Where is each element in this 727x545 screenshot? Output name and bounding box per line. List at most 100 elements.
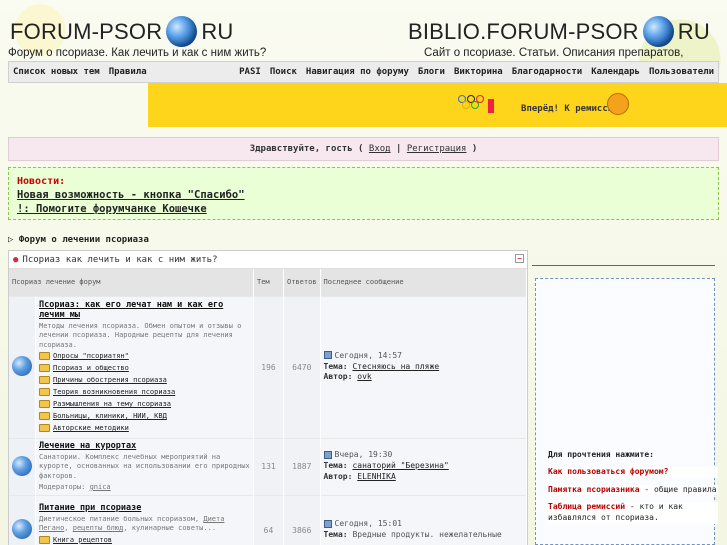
subforum-link[interactable]: Книга рецептов <box>39 534 250 545</box>
topic-label: Тема: <box>323 361 348 371</box>
smiley-icon <box>607 93 629 115</box>
forum-description: Санатории. Комплекс лечебных мероприятий… <box>39 452 250 480</box>
folder-icon <box>39 400 50 409</box>
category-header: ● Псориаз как лечить и как с ним жить? <box>9 251 527 269</box>
reply-count: 3866 <box>283 494 321 545</box>
subforum-link[interactable]: Теория возникновения псориаза <box>39 386 250 398</box>
last-author-link[interactable]: ovk <box>357 372 371 381</box>
subforum-label: Причины обострения псориаза <box>53 376 167 385</box>
sidebar-heading: Для прочтения нажмите: <box>548 450 654 459</box>
subforum-label: Размышления на тему псориаза <box>53 400 172 409</box>
register-link[interactable]: Регистрация <box>407 144 467 154</box>
logo-text: FORUM-PSOR <box>10 18 163 44</box>
site-tagline-left: Форум о псориазе. Как лечить и как с ним… <box>8 47 267 59</box>
forum-row: Питание при псориазе Диетическое питание… <box>9 494 528 545</box>
remission-table-link[interactable]: Таблица ремиссий <box>548 502 625 511</box>
last-post: Сегодня, 14:57 Тема: Стесняюсь на пляже … <box>320 295 528 438</box>
nav-link[interactable]: Викторина <box>454 67 503 77</box>
subforum-link[interactable]: Больницы, клиники, НИИ, КВД <box>39 410 250 422</box>
breadcrumb[interactable]: ▷ Форум о лечении псориаза <box>8 235 149 245</box>
category-title[interactable]: Псориаз как лечить и как с ним жить? <box>22 255 217 265</box>
topic-count: 131 <box>253 437 284 495</box>
subforum-link[interactable]: Авторские методики <box>39 422 250 434</box>
nav-link[interactable]: Поиск <box>270 67 297 77</box>
subforum-link[interactable]: Причины обострения псориаза <box>39 374 250 386</box>
subforum-list: Опросы "псориатян" Псориаз и общество Прич… <box>39 350 250 434</box>
nav-link[interactable]: Список новых тем <box>13 67 100 77</box>
banner: Вперёд! К ремиссии! <box>148 83 727 127</box>
how-to-use-link[interactable]: Как пользоваться форумом? <box>548 467 668 476</box>
news-link[interactable]: Новая возможность - кнопка "Спасибо" <box>17 189 710 201</box>
nav-link[interactable]: Блоги <box>418 67 445 77</box>
forum-title-link[interactable]: Псориаз: как его лечат нам и как его леч… <box>39 300 250 320</box>
top-navigation: Список новых тем Правила PASI Поиск Навигац… <box>8 61 719 83</box>
last-post: Вчера, 19:30 Тема: санаторий "Березина" … <box>320 437 528 495</box>
memo-link[interactable]: Памятка псориазника <box>548 485 640 494</box>
subforum-link[interactable]: Псориаз и общество <box>39 362 250 374</box>
post-icon[interactable] <box>323 519 332 528</box>
nav-link[interactable]: Правила <box>109 67 147 77</box>
greeting-close: ) <box>471 144 478 154</box>
subforum-label: Больницы, клиники, НИИ, КВД <box>53 412 167 421</box>
author-label: Автор: <box>323 372 353 382</box>
last-author-link[interactable]: ELENHIKA <box>357 472 396 481</box>
site-logo-right[interactable]: BIBLIO.FORUM-PSOR RU <box>408 16 710 47</box>
folder-icon <box>39 376 50 385</box>
moderator-link[interactable]: gnica <box>90 483 111 491</box>
recipes-link[interactable]: рецепты блюд <box>73 524 124 532</box>
nav-link[interactable]: Пользователи <box>649 67 714 77</box>
forum-table: Псориаз лечение форум Тем Ответов Послед… <box>9 269 528 545</box>
figure-icon <box>488 99 494 113</box>
last-topic-link[interactable]: Стесняюсь на пляже <box>352 362 439 371</box>
subforum-link[interactable]: Опросы "псориатян" <box>39 350 250 362</box>
folder-icon <box>39 352 50 361</box>
news-heading: Новости: <box>17 176 66 187</box>
forum-status-icon <box>9 494 36 545</box>
subforum-label: Книга рецептов <box>53 535 113 544</box>
category-panel: ● Псориаз как лечить и как с ним жить? −… <box>8 250 528 545</box>
subforum-list: Книга рецептовСистема питания по Пегано <box>39 534 250 545</box>
site-logo-left[interactable]: FORUM-PSOR RU <box>10 16 234 47</box>
reply-count: 6470 <box>283 295 321 438</box>
col-last-post: Последнее сообщение <box>320 269 528 296</box>
subforum-label: Теория возникновения псориаза <box>53 388 176 397</box>
forum-status-icon <box>9 437 36 495</box>
forum-description: Диетическое питание больных псориазом, Д… <box>39 514 225 533</box>
globe-icon <box>642 16 674 47</box>
last-topic-link[interactable]: Вредные продукты. нежелательные <box>352 530 501 539</box>
separator: | <box>396 144 402 154</box>
folder-icon <box>39 412 50 421</box>
col-topics: Тем <box>253 269 284 296</box>
forum-title-link[interactable]: Лечение на курортах <box>39 441 250 451</box>
login-link[interactable]: Вход <box>369 144 391 154</box>
subforum-label: Авторские методики <box>53 424 129 433</box>
post-icon[interactable] <box>323 351 332 360</box>
logo-text: BIBLIO.FORUM-PSOR <box>408 18 639 44</box>
last-post-date: Сегодня, 14:57 <box>334 350 402 360</box>
subforum-link[interactable]: Размышления на тему псориаза <box>39 398 250 410</box>
forum-info: Лечение на курортах Санатории. Комплекс … <box>35 437 254 495</box>
reply-count: 1887 <box>283 437 321 495</box>
news-link[interactable]: !: Помогите форумчанке Кошечке <box>17 203 710 215</box>
breadcrumb-link[interactable]: Форум о лечении псориаза <box>19 235 149 245</box>
nav-link[interactable]: Календарь <box>591 67 640 77</box>
moderator-label: Модераторы: <box>39 482 86 491</box>
post-icon[interactable] <box>323 450 332 459</box>
forum-description: Методы лечения псориаза. Обмен опытом и … <box>39 321 242 349</box>
col-forum: Псориаз лечение форум <box>9 269 254 296</box>
greeting-text: Здравствуйте, гость ( <box>249 144 364 154</box>
forum-title-link[interactable]: Питание при псориазе <box>39 503 250 513</box>
forum-info: Питание при псориазе Диетическое питание… <box>35 494 254 545</box>
nav-link[interactable]: Благодарности <box>512 67 582 77</box>
collapse-button[interactable]: − <box>515 254 524 263</box>
col-replies: Ответов <box>283 269 321 296</box>
last-post-date: Вчера, 19:30 <box>334 450 393 460</box>
sidebar-top-box <box>532 254 715 266</box>
news-box: Новости: Новая возможность - кнопка "Спа… <box>8 167 719 220</box>
nav-link[interactable]: Навигация по форуму <box>306 67 409 77</box>
memo-desc: - общие правила <box>639 484 717 494</box>
last-topic-link[interactable]: санаторий "Березина" <box>352 461 448 470</box>
topic-label: Тема: <box>323 530 348 540</box>
nav-link[interactable]: PASI <box>239 67 261 77</box>
guest-greeting: Здравствуйте, гость ( Вход | Регистрация… <box>8 137 719 161</box>
